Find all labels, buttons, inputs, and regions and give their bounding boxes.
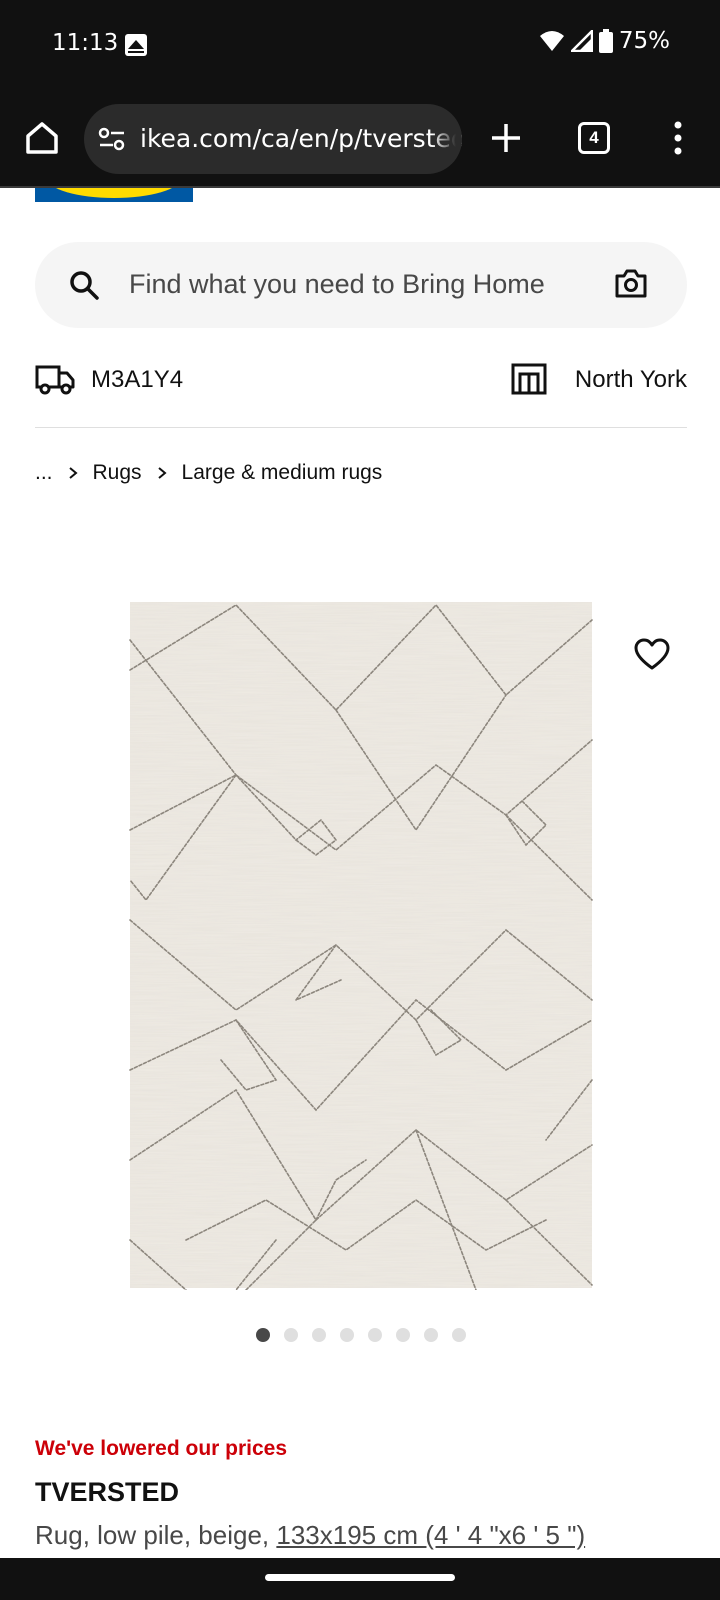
product-size-link[interactable]: 133x195 cm (4 ' 4 "x6 ' 5 ") (276, 1520, 585, 1550)
chevron-right-icon (68, 467, 78, 479)
product-image[interactable] (126, 600, 596, 1290)
battery-icon (598, 29, 613, 53)
ikea-logo[interactable] (35, 188, 193, 202)
image-carousel-indicators (256, 1328, 466, 1342)
home-icon[interactable] (22, 118, 62, 158)
status-indicators: 75% (539, 28, 670, 54)
camera-search-icon[interactable] (613, 266, 649, 302)
divider (35, 427, 687, 428)
product-description-text: Rug, low pile, beige, (35, 1520, 277, 1550)
battery-percent: 75% (618, 28, 670, 54)
carousel-dot-3[interactable] (312, 1328, 326, 1342)
product-description: Rug, low pile, beige, 133x195 cm (4 ' 4 … (35, 1520, 585, 1551)
address-bar[interactable]: ikea.com/ca/en/p/tversted (84, 104, 462, 174)
favorite-heart-icon[interactable] (634, 638, 670, 672)
delivery-store-row: M3A1Y4 North York (35, 360, 687, 400)
search-input[interactable]: Find what you need to Bring Home (129, 269, 545, 300)
carousel-dot-5[interactable] (368, 1328, 382, 1342)
search-icon[interactable] (67, 268, 101, 302)
carousel-dot-7[interactable] (424, 1328, 438, 1342)
product-name: TVERSTED (35, 1477, 180, 1507)
chevron-right-icon (157, 467, 167, 479)
delivery-truck-icon[interactable] (35, 363, 75, 395)
breadcrumb-ellipsis[interactable]: ... (35, 461, 53, 485)
wifi-icon (539, 31, 564, 51)
notification-app-icon (125, 34, 147, 56)
carousel-dot-6[interactable] (396, 1328, 410, 1342)
status-bar: 11:13 75% (0, 0, 720, 90)
url-text[interactable]: ikea.com/ca/en/p/tversted (140, 124, 462, 153)
site-settings-icon[interactable] (98, 126, 126, 152)
carousel-dot-4[interactable] (340, 1328, 354, 1342)
breadcrumb-item-rugs[interactable]: Rugs (93, 461, 142, 485)
system-navigation-bar (0, 1558, 720, 1600)
new-tab-icon[interactable] (488, 118, 524, 158)
carousel-dot-1[interactable] (256, 1328, 270, 1342)
carousel-dot-2[interactable] (284, 1328, 298, 1342)
store-name[interactable]: North York (575, 366, 687, 394)
tab-switcher-button[interactable]: 4 (578, 122, 610, 154)
browser-toolbar: ikea.com/ca/en/p/tversted 4 (0, 90, 720, 188)
postal-code[interactable]: M3A1Y4 (91, 366, 183, 394)
search-bar[interactable]: Find what you need to Bring Home (35, 242, 687, 328)
breadcrumb: ... Rugs Large & medium rugs (35, 458, 382, 488)
signal-icon (570, 30, 593, 52)
status-time: 11:13 (52, 30, 119, 56)
breadcrumb-item-large-medium-rugs[interactable]: Large & medium rugs (182, 461, 383, 485)
more-options-icon[interactable] (670, 120, 686, 156)
store-icon[interactable] (511, 363, 547, 395)
price-drop-label: We've lowered our prices (35, 1437, 288, 1460)
gesture-handle[interactable] (265, 1574, 455, 1581)
carousel-dot-8[interactable] (452, 1328, 466, 1342)
